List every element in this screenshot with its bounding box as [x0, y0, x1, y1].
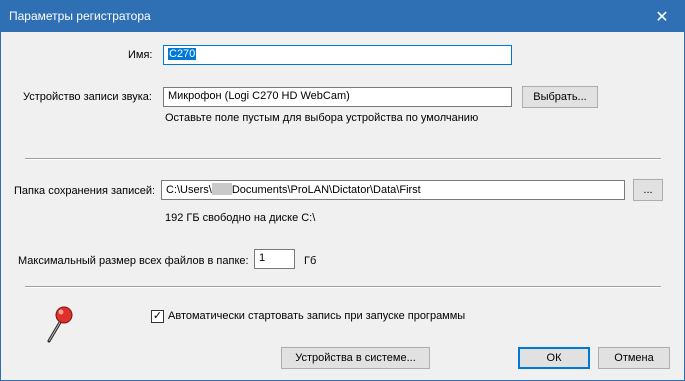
cancel-button[interactable]: Отмена	[598, 347, 670, 369]
redacted-username	[211, 183, 232, 195]
audio-device-input[interactable]: Микрофон (Logi C270 HD WebCam)	[163, 87, 512, 107]
recorder-settings-dialog: Параметры регистратора ✕ Имя: C270 Устро…	[0, 0, 685, 381]
autostart-checkbox[interactable]: ✓	[151, 310, 164, 323]
checkmark-icon: ✓	[152, 310, 163, 322]
separator-2	[25, 286, 661, 288]
max-size-label: Максимальный размер всех файлов в папке:	[18, 255, 249, 267]
save-folder-input[interactable]: C:\Users\ Documents\ProLAN\Dictator\Data\…	[161, 180, 625, 200]
window-title: Параметры регистратора	[9, 9, 151, 23]
save-folder-label: Папка сохранения записей:	[14, 185, 156, 197]
name-input-value: C270	[168, 48, 197, 60]
free-space-text: 192 ГБ свободно на диске C:\	[165, 212, 316, 224]
system-devices-button[interactable]: Устройства в системе...	[281, 347, 430, 369]
name-input[interactable]: C270	[163, 45, 512, 65]
save-folder-path-prefix: C:\Users\	[166, 184, 212, 196]
ok-button[interactable]: ОК	[518, 347, 590, 369]
close-button[interactable]: ✕	[640, 1, 684, 32]
choose-audio-device-button[interactable]: Выбрать...	[522, 86, 598, 108]
max-size-unit: Гб	[304, 255, 317, 267]
audio-device-hint: Оставьте поле пустым для выбора устройст…	[165, 112, 479, 124]
browse-folder-button[interactable]: ...	[633, 179, 663, 201]
name-label: Имя:	[128, 49, 153, 61]
autostart-label[interactable]: Автоматически стартовать запись при запу…	[168, 310, 465, 322]
audio-device-value: Микрофон (Logi C270 HD WebCam)	[168, 90, 350, 102]
title-bar[interactable]: Параметры регистратора ✕	[1, 1, 684, 32]
close-icon: ✕	[655, 8, 669, 26]
save-folder-path-suffix: Documents\ProLAN\Dictator\Data\First	[231, 184, 421, 196]
max-size-input[interactable]: 1	[254, 249, 295, 269]
separator-1	[25, 158, 661, 160]
microphone-icon	[43, 305, 73, 345]
audio-device-label: Устройство записи звука:	[23, 91, 152, 103]
max-size-value: 1	[259, 252, 266, 264]
